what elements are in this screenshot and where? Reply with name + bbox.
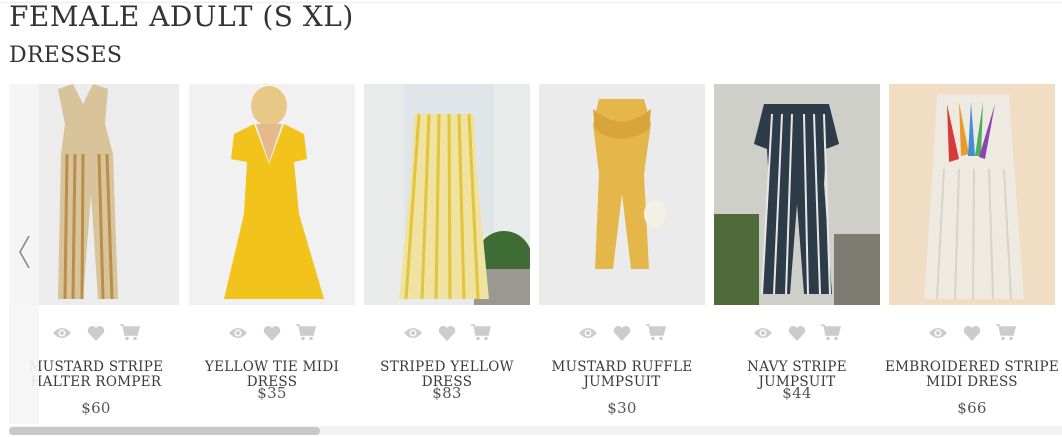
heart-icon[interactable] xyxy=(87,325,105,345)
cart-icon[interactable] xyxy=(120,324,141,345)
product-card[interactable]: NAVY STRIPE JUMPSUIT $44 xyxy=(714,84,880,424)
product-price: $44 xyxy=(782,384,812,402)
eye-icon[interactable] xyxy=(578,325,598,344)
product-price: $30 xyxy=(607,399,637,417)
page-title: FEMALE ADULT (S XL) xyxy=(9,0,354,33)
cart-icon[interactable] xyxy=(296,324,317,345)
product-name[interactable]: MUSTARD RUFFLE JUMPSUIT xyxy=(533,360,711,390)
product-name[interactable]: EMBROIDERED STRIPE MIDI DRESS xyxy=(883,360,1061,390)
product-carousel: MUSTARD STRIPE HALTER ROMPER $60 YELLOW … xyxy=(9,84,1062,424)
chevron-left-icon xyxy=(19,235,30,269)
product-actions xyxy=(889,324,1055,346)
product-actions xyxy=(364,324,530,346)
eye-icon[interactable] xyxy=(52,325,72,344)
heart-icon[interactable] xyxy=(788,325,806,345)
product-image[interactable] xyxy=(189,84,355,305)
heart-icon[interactable] xyxy=(963,325,981,345)
section-title: DRESSES xyxy=(9,43,123,68)
eye-icon[interactable] xyxy=(228,325,248,344)
product-card[interactable]: STRIPED YELLOW DRESS $83 xyxy=(364,84,530,424)
eye-icon[interactable] xyxy=(753,325,773,344)
product-actions xyxy=(539,324,705,346)
product-image[interactable] xyxy=(714,84,880,305)
cart-icon[interactable] xyxy=(821,324,842,345)
carousel-prev-button[interactable] xyxy=(9,84,39,424)
cart-icon[interactable] xyxy=(996,324,1017,345)
product-card[interactable]: MUSTARD RUFFLE JUMPSUIT $30 xyxy=(539,84,705,424)
product-price: $35 xyxy=(257,384,287,402)
product-card[interactable]: YELLOW TIE MIDI DRESS $35 xyxy=(189,84,355,424)
product-price: $66 xyxy=(957,399,987,417)
carousel-scrollbar-thumb[interactable] xyxy=(9,427,320,435)
product-actions xyxy=(714,324,880,346)
heart-icon[interactable] xyxy=(438,325,456,345)
cart-icon[interactable] xyxy=(471,324,492,345)
heart-icon[interactable] xyxy=(613,325,631,345)
product-image[interactable] xyxy=(889,84,1055,305)
product-price: $83 xyxy=(432,384,462,402)
product-image[interactable] xyxy=(364,84,530,305)
eye-icon[interactable] xyxy=(403,325,423,344)
eye-icon[interactable] xyxy=(928,325,948,344)
product-actions xyxy=(189,324,355,346)
heart-icon[interactable] xyxy=(263,325,281,345)
cart-icon[interactable] xyxy=(646,324,667,345)
product-card[interactable]: EMBROIDERED STRIPE MIDI DRESS $66 xyxy=(885,84,1059,424)
product-image[interactable] xyxy=(539,84,705,305)
